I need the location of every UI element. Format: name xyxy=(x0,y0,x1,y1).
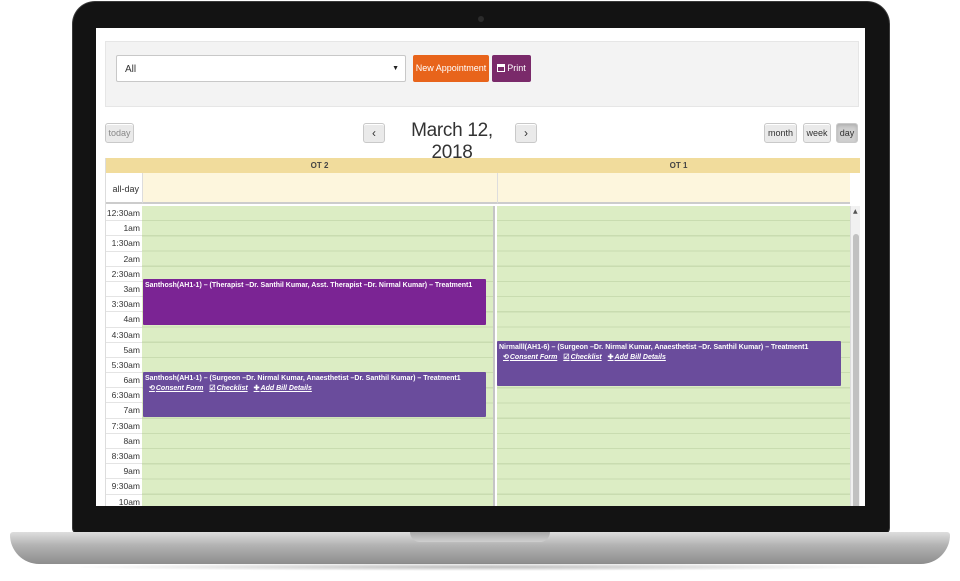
scroll-thumb[interactable] xyxy=(853,234,859,506)
time-label: 5am xyxy=(106,343,142,358)
time-label: 3am xyxy=(106,282,142,298)
time-label: 9:30am xyxy=(106,479,142,495)
add-bill-details-link[interactable]: ✚Add Bill Details xyxy=(254,385,312,392)
time-labels: 12:30am 1am 1:30am 2am 2:30am 3am 3:30am 4am 4:3… xyxy=(106,206,142,506)
time-label: 8:30am xyxy=(106,449,142,465)
checklist-label: Checklist xyxy=(570,354,602,361)
time-grid: 12:30am 1am 1:30am 2am 2:30am 3am 3:30am 4am 4:3… xyxy=(106,206,860,506)
column-header-ot2: OT 2 xyxy=(142,158,497,173)
event-title: Nirmalll(AH1-6) – (Surgeon –Dr. Nirmal K… xyxy=(499,344,809,351)
allday-label: all-day xyxy=(106,173,142,204)
checklist-link[interactable]: ☑Checklist xyxy=(209,385,247,392)
checklist-link[interactable]: ☑Checklist xyxy=(563,354,601,361)
consent-form-link[interactable]: ⟲Consent Form xyxy=(149,385,203,392)
consent-icon: ⟲ xyxy=(149,385,155,392)
calendar-grid: OT 2 OT 1 all-day 12:30am 1am 1:30am 2am 2:3… xyxy=(105,158,860,506)
week-view-button[interactable]: week xyxy=(803,123,831,143)
laptop-notch xyxy=(410,532,550,542)
app-screen: All ▼ New Appointment Print today ‹ Marc… xyxy=(96,28,865,506)
appointment-event[interactable]: Nirmalll(AH1-6) – (Surgeon –Dr. Nirmal K… xyxy=(497,341,841,386)
appointment-event[interactable]: Santhosh(AH1-1) – (Therapist –Dr. Santhi… xyxy=(143,279,486,325)
add-bill-label: Add Bill Details xyxy=(614,354,666,361)
add-bill-label: Add Bill Details xyxy=(260,385,312,392)
plus-icon: ✚ xyxy=(253,385,260,392)
time-label: 10am xyxy=(106,495,142,506)
add-bill-details-link[interactable]: ✚Add Bill Details xyxy=(608,354,666,361)
time-label: 1am xyxy=(106,221,142,237)
print-button[interactable]: Print xyxy=(492,55,531,82)
time-label: 6:30am xyxy=(106,388,142,404)
event-title: Santhosh(AH1-1) – (Surgeon –Dr. Nirmal K… xyxy=(145,375,461,382)
time-label: 1:30am xyxy=(106,236,142,252)
toolbar: All ▼ New Appointment Print xyxy=(105,41,859,107)
time-label: 2am xyxy=(106,252,142,267)
laptop-shadow xyxy=(60,563,900,571)
consent-form-link[interactable]: ⟲Consent Form xyxy=(503,354,557,361)
time-column-header xyxy=(106,158,142,173)
print-label: Print xyxy=(507,63,526,73)
calendar-scrollbar[interactable]: ▲ xyxy=(850,206,860,506)
time-label: 7am xyxy=(106,403,142,419)
allday-cell-ot2[interactable] xyxy=(142,173,497,204)
event-title: Santhosh(AH1-1) – (Therapist –Dr. Santhi… xyxy=(145,282,473,289)
time-label: 4:30am xyxy=(106,328,142,343)
appointment-event[interactable]: Santhosh(AH1-1) – (Surgeon –Dr. Nirmal K… xyxy=(143,372,486,417)
time-label: 2:30am xyxy=(106,267,142,282)
time-label: 4am xyxy=(106,312,142,328)
time-label: 12:30am xyxy=(106,206,142,222)
prev-button[interactable]: ‹ xyxy=(363,123,385,143)
time-label: 7:30am xyxy=(106,419,142,434)
resource-filter-select[interactable]: All ▼ xyxy=(116,55,406,82)
lane-ot2[interactable] xyxy=(142,206,495,506)
caret-down-icon: ▼ xyxy=(392,65,399,72)
filter-value: All xyxy=(125,64,137,75)
checklist-label: Checklist xyxy=(216,385,248,392)
time-label: 3:30am xyxy=(106,297,142,313)
plus-icon: ✚ xyxy=(607,354,614,361)
webcam-icon xyxy=(478,16,484,22)
time-label: 5:30am xyxy=(106,358,142,374)
time-label: 6am xyxy=(106,373,142,389)
checklist-icon: ☑ xyxy=(563,354,570,361)
next-button[interactable]: › xyxy=(515,123,537,143)
print-icon xyxy=(497,64,506,72)
consent-icon: ⟲ xyxy=(503,354,509,361)
scroll-up-icon[interactable]: ▲ xyxy=(853,208,858,215)
column-header-ot1: OT 1 xyxy=(497,158,860,173)
new-appointment-button[interactable]: New Appointment xyxy=(413,55,489,82)
consent-form-label: Consent Form xyxy=(155,385,204,392)
month-view-button[interactable]: month xyxy=(764,123,797,143)
time-label: 9am xyxy=(106,464,142,480)
checklist-icon: ☑ xyxy=(209,385,216,392)
allday-cell-ot1[interactable] xyxy=(497,173,850,204)
day-view-button[interactable]: day xyxy=(836,123,858,143)
consent-form-label: Consent Form xyxy=(509,354,558,361)
time-label: 8am xyxy=(106,434,142,449)
today-button[interactable]: today xyxy=(105,123,134,143)
